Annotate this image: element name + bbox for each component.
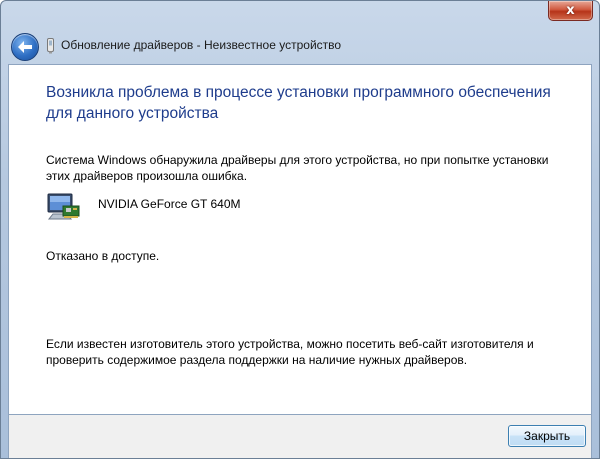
wizard-device-icon [47,38,54,54]
window-close-button[interactable]: x [548,1,593,21]
close-icon: x [566,3,575,18]
title-bar: x [1,1,599,29]
error-description: Система Windows обнаружила драйверы для … [46,153,549,183]
manufacturer-hint: Если известен изготовитель этого устройс… [46,337,534,367]
navigation-bar: Обновление драйверов - Неизвестное устро… [1,29,599,65]
error-message: Отказано в доступе. [46,249,160,263]
device-name: NVIDIA GeForce GT 640M [98,197,241,211]
content-pane: Возникла проблема в процессе установки п… [8,64,592,415]
driver-update-window: x Обновление драйверов - Неизвестное уст… [0,0,600,459]
back-button[interactable] [11,33,39,61]
page-heading: Возникла проблема в процессе установки п… [46,84,551,122]
wizard-title: Обновление драйверов - Неизвестное устро… [61,38,342,52]
back-arrow-icon [18,41,32,53]
button-bar: Закрыть [8,415,592,458]
close-button[interactable]: Закрыть [508,425,586,447]
display-adapter-icon [47,193,80,220]
